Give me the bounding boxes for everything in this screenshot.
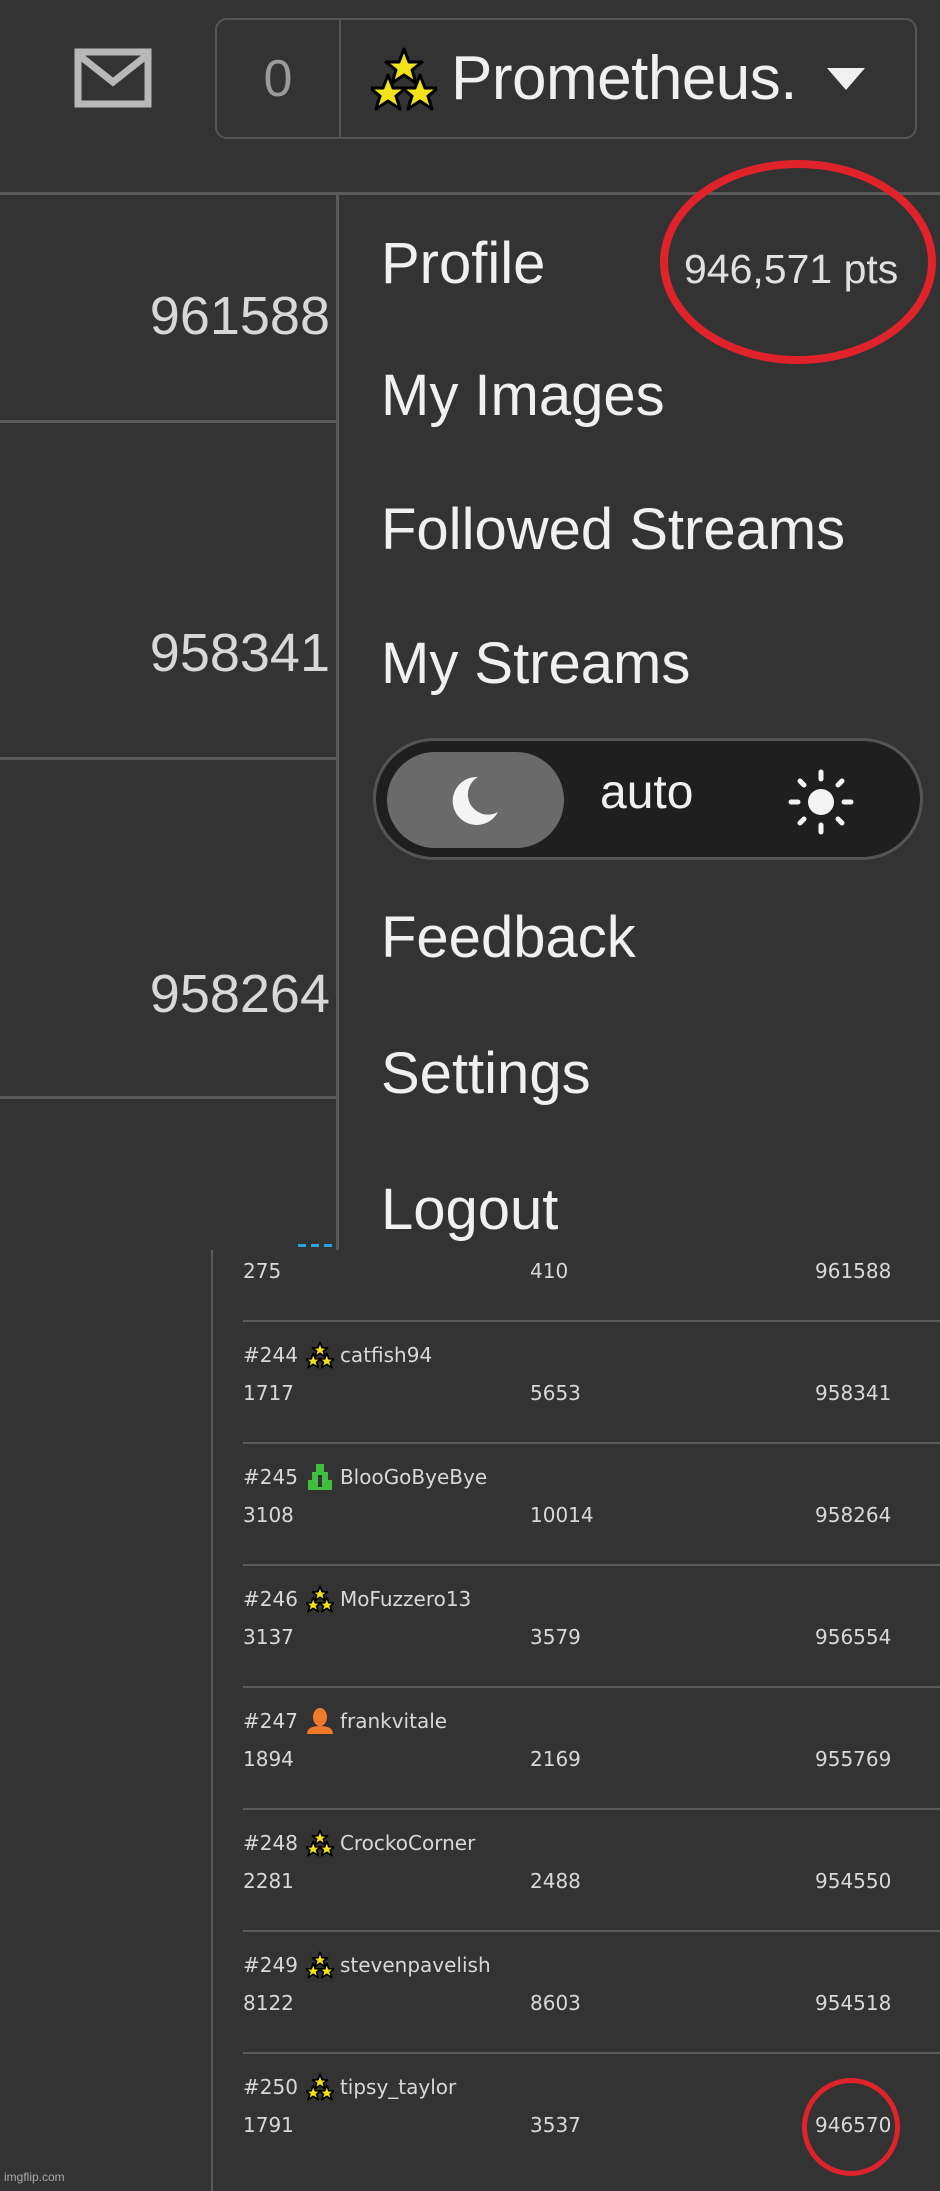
stat-1: 1717 [243,1381,294,1405]
three-stars-icon [371,47,437,110]
leaderboard-row: #245 BlooGoByeBye 3108 10014 958264 [243,1456,940,1578]
stat-2: 3579 [530,1625,581,1649]
stat-points: 955769 [815,1747,892,1771]
rank: #244 [243,1343,298,1367]
menu-item-my-images[interactable]: My Images [381,362,665,429]
stat-points: 958264 [815,1503,892,1527]
stat-points: 961588 [815,1259,892,1283]
three-stars-icon [304,2073,336,2101]
stat-points: 956554 [815,1625,892,1649]
username-link[interactable]: BlooGoByeBye [340,1465,487,1489]
divider [243,1808,940,1810]
stat-1: 2281 [243,1869,294,1893]
divider [243,1442,940,1444]
stat-2: 410 [530,1259,569,1283]
rank: #250 [243,2075,298,2099]
username-link[interactable]: frankvitale [340,1709,447,1733]
divider [336,192,339,1250]
leaderboard-screenshot: 275 410 961588 #244 catfish94 1717 5653 9583… [0,1250,940,2191]
stat-points: 946570 [815,2113,892,2137]
three-stars-icon [304,1951,336,1979]
leaderboard-row: #249 stevenpavelish 8122 8603 954518 [243,1944,940,2066]
divider [243,1930,940,1932]
username: Prometheus. [451,44,798,113]
rank: #245 [243,1465,298,1489]
menu-item-settings[interactable]: Settings [381,1040,591,1107]
rank: #247 [243,1709,298,1733]
username-link[interactable]: MoFuzzero13 [340,1587,471,1611]
divider [243,1320,940,1322]
user-menu-screenshot: 0 Prometheus. 961588 958341 958264 Profi… [0,0,940,1250]
theme-toggle[interactable]: auto [373,738,923,860]
score-value: 958341 [149,623,330,683]
username-link[interactable]: catfish94 [340,1343,432,1367]
stat-1: 8122 [243,1991,294,2015]
menu-item-feedback[interactable]: Feedback [381,904,636,971]
stat-1: 1894 [243,1747,294,1771]
username-link[interactable]: tipsy_taylor [340,2075,456,2099]
sun-icon[interactable] [788,769,854,835]
leaderboard-row: #248 CrockoCorner 2281 2488 954550 [243,1822,940,1944]
stat-1: 3137 [243,1625,294,1649]
username-link[interactable]: CrockoCorner [340,1831,475,1855]
moon-icon [452,776,498,825]
rank: #246 [243,1587,298,1611]
three-stars-icon [304,1829,336,1857]
theme-option-auto[interactable]: auto [600,765,693,820]
stat-2: 2488 [530,1869,581,1893]
divider [0,192,940,195]
watermark: imgflip.com [4,2170,65,2184]
three-stars-icon [304,1585,336,1613]
menu-item-profile[interactable]: Profile [381,230,545,297]
divider [211,1250,213,2191]
user-controls: 0 Prometheus. [215,18,917,139]
mail-icon[interactable] [74,48,152,108]
stat-2: 5653 [530,1381,581,1405]
rank: #248 [243,1831,298,1855]
divider [243,1564,940,1566]
leaderboard-row-partial: 275 410 961588 [243,1212,940,1334]
leaderboard-row: #247 frankvitale 1894 2169 955769 [243,1700,940,1822]
divider [0,1096,336,1099]
stat-2: 10014 [530,1503,594,1527]
theme-option-dark[interactable] [387,752,564,848]
stat-points: 954550 [815,1869,892,1893]
notification-count-button[interactable]: 0 [217,20,341,137]
stat-2: 3537 [530,2113,581,2137]
stat-2: 8603 [530,1991,581,2015]
score-value: 961588 [149,286,330,346]
profile-points: 946,571 pts [684,246,899,292]
username-link[interactable]: stevenpavelish [340,1953,491,1977]
score-value: 958264 [149,964,330,1024]
stat-1: 1791 [243,2113,294,2137]
caret-down-icon [827,67,866,90]
divider [243,2052,940,2054]
divider [243,1686,940,1688]
user-dropdown-button[interactable]: Prometheus. [341,20,915,137]
green-tower-icon [306,1463,334,1491]
menu-item-followed-streams[interactable]: Followed Streams [381,496,845,563]
leaderboard-row: #246 MoFuzzero13 3137 3579 956554 [243,1578,940,1700]
three-stars-icon [304,1341,336,1369]
rank: #249 [243,1953,298,1977]
stat-2: 2169 [530,1747,581,1771]
menu-item-my-streams[interactable]: My Streams [381,630,690,697]
divider [0,420,336,423]
leaderboard-row: #250 tipsy_taylor 1791 3537 946570 [243,2066,940,2188]
stat-points: 958341 [815,1381,892,1405]
orange-user-icon [306,1707,334,1735]
leaderboard-row: #244 catfish94 1717 5653 958341 [243,1334,940,1456]
stat-1: 3108 [243,1503,294,1527]
stat-1: 275 [243,1259,282,1283]
divider [0,757,336,760]
stat-points: 954518 [815,1991,892,2015]
